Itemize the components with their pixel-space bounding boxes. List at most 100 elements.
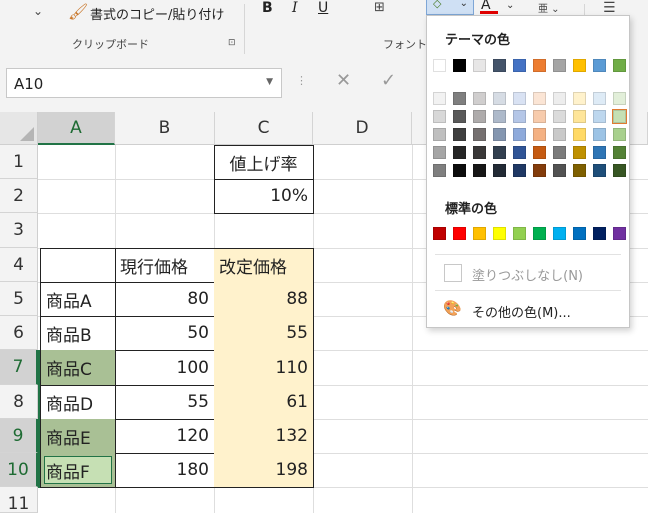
- theme-color-swatch[interactable]: [473, 59, 486, 72]
- cell-a7[interactable]: 商品C: [40, 350, 116, 386]
- theme-shade-swatch[interactable]: [453, 164, 466, 177]
- cell-c5[interactable]: 88: [214, 282, 314, 317]
- theme-shade-swatch[interactable]: [573, 92, 586, 105]
- paintbrush-icon[interactable]: 🖌: [68, 2, 88, 21]
- standard-color-swatch[interactable]: [453, 227, 466, 240]
- cell-b9[interactable]: 120: [115, 419, 215, 454]
- row-header-5[interactable]: 5: [0, 282, 38, 316]
- theme-shade-swatch[interactable]: [513, 146, 526, 159]
- phonetic-guide-icon[interactable]: 亜 ⌄: [538, 0, 560, 15]
- theme-shade-swatch[interactable]: [493, 128, 506, 141]
- enter-icon[interactable]: ✓: [381, 70, 396, 91]
- theme-shade-swatch[interactable]: [613, 128, 626, 141]
- theme-shade-swatch[interactable]: [493, 92, 506, 105]
- cell-c7[interactable]: 110: [214, 350, 314, 386]
- theme-color-swatch[interactable]: [513, 59, 526, 72]
- cell-b4[interactable]: 現行価格: [115, 248, 215, 283]
- align-icon[interactable]: ☰: [603, 0, 616, 16]
- theme-color-swatch[interactable]: [493, 59, 506, 72]
- theme-shade-swatch[interactable]: [473, 110, 486, 123]
- column-header-c[interactable]: C: [215, 112, 313, 145]
- paste-dropdown-chevron-icon[interactable]: ⌄: [33, 4, 43, 18]
- theme-shade-swatch[interactable]: [433, 128, 446, 141]
- row-header-10[interactable]: 10: [0, 453, 38, 487]
- theme-shade-swatch[interactable]: [553, 92, 566, 105]
- theme-shade-swatch[interactable]: [433, 164, 446, 177]
- row-header-2[interactable]: 2: [0, 179, 38, 213]
- theme-shade-swatch[interactable]: [473, 92, 486, 105]
- theme-shade-swatch[interactable]: [493, 110, 506, 123]
- theme-shade-swatch[interactable]: [553, 110, 566, 123]
- theme-shade-swatch[interactable]: [553, 128, 566, 141]
- cell-c2[interactable]: 10%: [214, 179, 314, 214]
- column-header-a[interactable]: A: [38, 112, 115, 145]
- theme-color-swatch[interactable]: [593, 59, 606, 72]
- bold-button[interactable]: B: [262, 0, 273, 16]
- font-color-chevron-icon[interactable]: ⌄: [506, 0, 514, 11]
- cell-b8[interactable]: 55: [115, 385, 215, 420]
- standard-color-swatch[interactable]: [473, 227, 486, 240]
- cell-c4[interactable]: 改定価格: [214, 248, 314, 283]
- select-all-button[interactable]: [0, 112, 38, 145]
- standard-color-swatch[interactable]: [573, 227, 586, 240]
- row-header-6[interactable]: 6: [0, 316, 38, 350]
- formula-bar-grip-icon[interactable]: ⋮: [296, 74, 308, 87]
- chevron-down-icon[interactable]: ▼: [266, 77, 273, 87]
- theme-shade-swatch[interactable]: [553, 164, 566, 177]
- theme-shade-swatch[interactable]: [453, 128, 466, 141]
- theme-shade-swatch[interactable]: [533, 128, 546, 141]
- theme-shade-swatch[interactable]: [593, 128, 606, 141]
- standard-color-swatch[interactable]: [593, 227, 606, 240]
- standard-color-swatch[interactable]: [553, 227, 566, 240]
- theme-shade-swatch[interactable]: [593, 110, 606, 123]
- format-painter-button[interactable]: 書式のコピー/貼り付け: [90, 4, 224, 23]
- theme-color-swatch[interactable]: [533, 59, 546, 72]
- theme-shade-swatch[interactable]: [513, 110, 526, 123]
- cell-c10[interactable]: 198: [214, 453, 314, 488]
- theme-shade-swatch[interactable]: [493, 164, 506, 177]
- theme-shade-swatch[interactable]: [513, 92, 526, 105]
- theme-shade-swatch[interactable]: [593, 164, 606, 177]
- cell-c1[interactable]: 値上げ率: [214, 145, 314, 180]
- standard-color-swatch[interactable]: [533, 227, 546, 240]
- theme-color-swatch[interactable]: [433, 59, 446, 72]
- theme-shade-swatch[interactable]: [612, 109, 627, 124]
- theme-shade-swatch[interactable]: [473, 164, 486, 177]
- theme-shade-swatch[interactable]: [433, 110, 446, 123]
- theme-shade-swatch[interactable]: [493, 146, 506, 159]
- row-header-1[interactable]: 1: [0, 145, 38, 179]
- theme-color-swatch[interactable]: [453, 59, 466, 72]
- border-icon[interactable]: ⊞: [374, 0, 385, 15]
- standard-color-swatch[interactable]: [613, 227, 626, 240]
- cell-b6[interactable]: 50: [115, 316, 215, 351]
- theme-shade-swatch[interactable]: [573, 164, 586, 177]
- theme-shade-swatch[interactable]: [613, 164, 626, 177]
- theme-shade-swatch[interactable]: [533, 92, 546, 105]
- cell-a4[interactable]: [40, 248, 116, 283]
- cell-b10[interactable]: 180: [115, 453, 215, 488]
- cell-a10[interactable]: 商品F: [40, 453, 116, 488]
- theme-shade-swatch[interactable]: [453, 146, 466, 159]
- theme-color-swatch[interactable]: [573, 59, 586, 72]
- cancel-icon[interactable]: ✕: [336, 70, 351, 91]
- more-colors-option[interactable]: その他の色(M)...: [472, 302, 571, 321]
- cell-a5[interactable]: 商品A: [40, 282, 116, 317]
- theme-shade-swatch[interactable]: [593, 92, 606, 105]
- theme-shade-swatch[interactable]: [433, 146, 446, 159]
- theme-color-swatch[interactable]: [553, 59, 566, 72]
- theme-shade-swatch[interactable]: [473, 128, 486, 141]
- underline-button[interactable]: U: [318, 0, 328, 16]
- clipboard-launcher-icon[interactable]: ⊡: [228, 38, 236, 48]
- theme-shade-swatch[interactable]: [473, 146, 486, 159]
- theme-shade-swatch[interactable]: [513, 164, 526, 177]
- cell-b5[interactable]: 80: [115, 282, 215, 317]
- cell-a8[interactable]: 商品D: [40, 385, 116, 420]
- cell-c9[interactable]: 132: [214, 419, 314, 454]
- theme-shade-swatch[interactable]: [573, 128, 586, 141]
- cell-a6[interactable]: 商品B: [40, 316, 116, 351]
- cell-c8[interactable]: 61: [214, 385, 314, 420]
- standard-color-swatch[interactable]: [493, 227, 506, 240]
- row-header-9[interactable]: 9: [0, 419, 38, 453]
- row-header-11[interactable]: 11: [0, 487, 38, 514]
- cell-b7[interactable]: 100: [115, 350, 215, 386]
